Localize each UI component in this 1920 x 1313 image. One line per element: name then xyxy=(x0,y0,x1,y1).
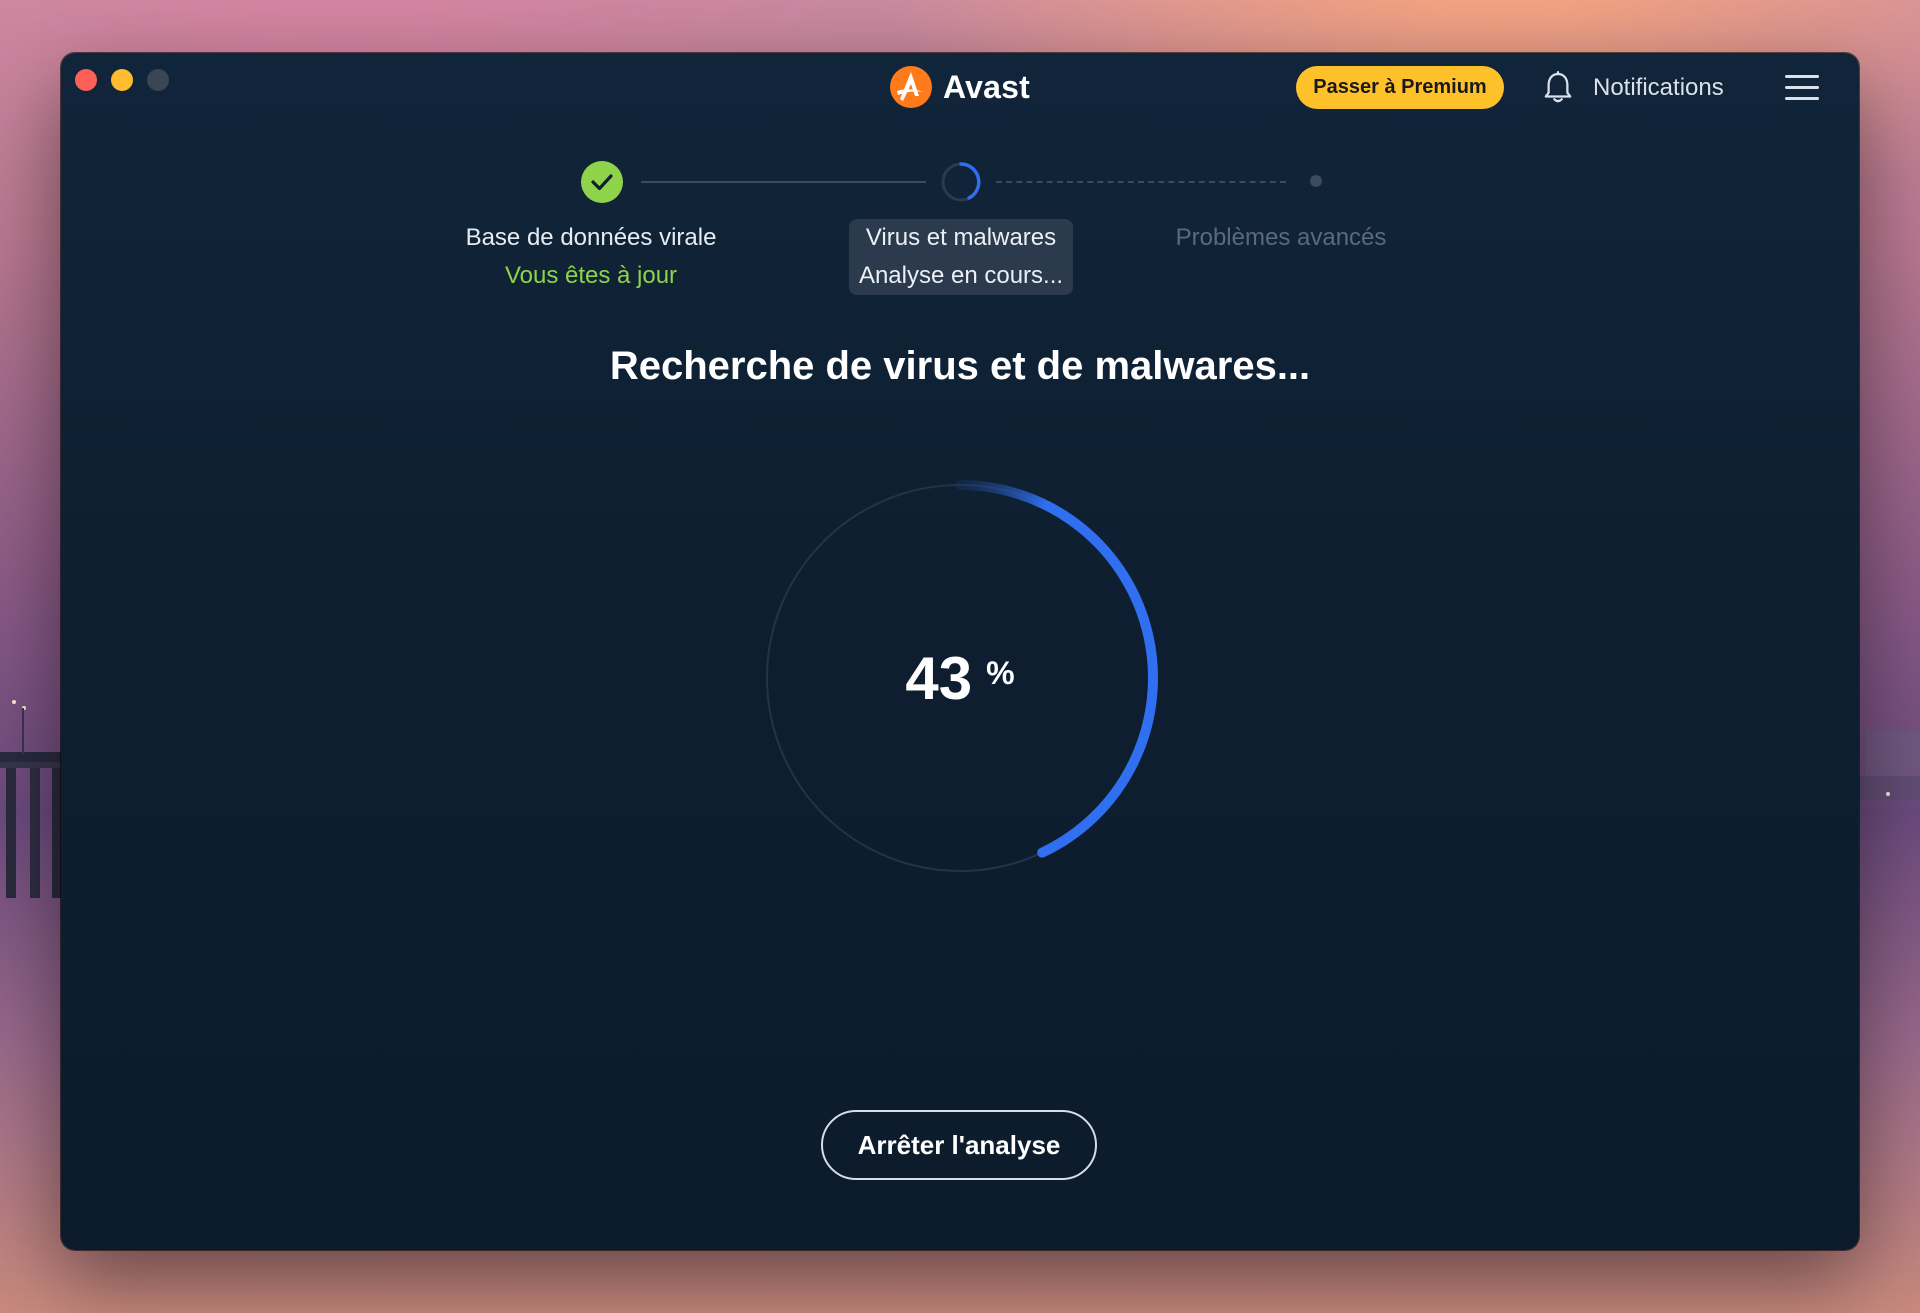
notifications-label: Notifications xyxy=(1593,74,1724,101)
window-controls xyxy=(75,69,169,91)
close-window-button[interactable] xyxy=(75,69,97,91)
bell-icon xyxy=(1544,70,1572,103)
step-title: Problèmes avancés xyxy=(1175,224,1387,251)
step-title: Virus et malwares xyxy=(865,224,1057,251)
brand: Avast xyxy=(889,65,1030,109)
step-virus-database: Base de données virale Vous êtes à jour xyxy=(441,219,741,295)
app-window: Avast Passer à Premium Notifications Bas… xyxy=(61,53,1859,1250)
step-virus-malware: Virus et malwares Analyse en cours... xyxy=(849,219,1073,295)
step-pending-dot-icon xyxy=(1310,175,1322,187)
avast-logo-icon xyxy=(890,66,932,108)
scan-progress-gauge: 43 % xyxy=(755,473,1165,883)
stepper-connector-done xyxy=(641,181,926,183)
step-title: Base de données virale xyxy=(465,224,717,251)
hamburger-menu-icon[interactable] xyxy=(1785,75,1819,101)
step-complete-check-icon xyxy=(581,161,623,203)
app-name: Avast xyxy=(943,68,1030,105)
scan-heading: Recherche de virus et de malwares... xyxy=(609,344,1311,388)
step-status: Analyse en cours... xyxy=(858,262,1064,289)
stepper-connector-pending xyxy=(996,181,1286,183)
step-status: Vous êtes à jour xyxy=(504,262,678,289)
minimize-window-button[interactable] xyxy=(111,69,133,91)
stop-scan-button[interactable]: Arrêter l'analyse xyxy=(821,1110,1097,1180)
background-building-silhouette xyxy=(1850,730,1920,800)
progress-readout: 43 % xyxy=(755,473,1165,883)
maximize-window-button[interactable] xyxy=(147,69,169,91)
step-advanced-issues: Problèmes avancés xyxy=(1131,219,1431,257)
progress-value: 43 xyxy=(905,644,973,712)
notifications-button[interactable]: Notifications xyxy=(1543,67,1724,109)
upgrade-premium-button[interactable]: Passer à Premium xyxy=(1296,66,1504,109)
progress-unit: % xyxy=(986,654,1015,691)
background-bridge-silhouette xyxy=(0,700,70,898)
step-in-progress-spinner-icon xyxy=(941,162,981,202)
